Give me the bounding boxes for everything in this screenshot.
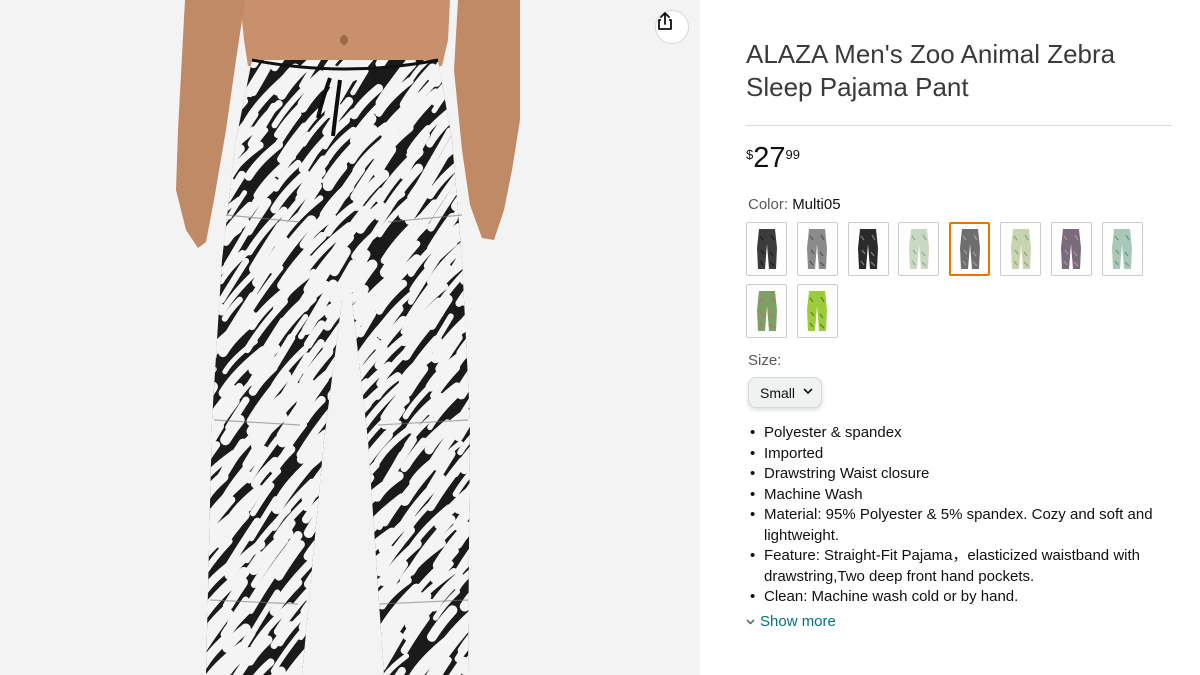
list-item: Clean: Machine wash cold or by hand. [750, 587, 1170, 608]
product-image-panel[interactable] [0, 0, 700, 675]
list-item: Drawstring Waist closure [750, 464, 1170, 485]
feature-bullets: Polyester & spandex Imported Drawstring … [750, 423, 1170, 608]
price-symbol: $ [746, 147, 754, 162]
swatch-thumbnail [807, 291, 828, 331]
swatch-thumbnail [1112, 229, 1133, 269]
swatch-thumbnail [858, 229, 879, 269]
list-item: Imported [750, 444, 1170, 465]
price-whole: 27 [753, 142, 786, 174]
chevron-down-icon [803, 387, 813, 398]
color-swatch[interactable] [796, 284, 838, 338]
size-dropdown[interactable]: Small [748, 377, 822, 408]
product-image [176, 0, 520, 675]
size-label: Size: [748, 352, 782, 369]
size-selected-value: Small [760, 384, 796, 401]
list-item: Material: 95% Polyester & 5% spandex. Co… [750, 505, 1170, 546]
color-swatch[interactable] [796, 222, 838, 276]
color-swatch[interactable] [1101, 222, 1143, 276]
color-swatch[interactable] [898, 222, 940, 276]
color-selected-value: Multi05 [792, 196, 841, 213]
swatch-thumbnail [908, 229, 929, 269]
show-more-label: Show more [760, 613, 836, 630]
color-swatch[interactable] [847, 222, 889, 276]
price-fraction: 99 [785, 147, 800, 162]
color-label-row: Color: Multi05 [748, 196, 841, 213]
divider [746, 125, 1172, 126]
show-more-link[interactable]: Show more [746, 613, 836, 630]
swatch-thumbnail [959, 229, 980, 269]
list-item: Machine Wash [750, 485, 1170, 506]
list-item: Feature: Straight-Fit Pajama，elasticized… [750, 546, 1170, 587]
product-title: ALAZA Men's Zoo Animal Zebra Sleep Pajam… [746, 39, 1116, 102]
color-swatch[interactable] [1050, 222, 1092, 276]
product-details: ALAZA Men's Zoo Animal Zebra Sleep Pajam… [746, 0, 1176, 675]
color-swatch[interactable] [949, 222, 991, 276]
color-swatch[interactable] [746, 284, 787, 338]
swatch-thumbnail [756, 291, 777, 331]
swatch-thumbnail [756, 229, 777, 269]
color-label: Color: [748, 196, 789, 213]
list-item: Polyester & spandex [750, 423, 1170, 444]
swatch-thumbnail [1061, 229, 1082, 269]
swatch-thumbnail [1010, 229, 1031, 269]
price: $ 27 99 [746, 142, 800, 174]
color-swatch[interactable] [1000, 222, 1041, 276]
share-button[interactable] [655, 10, 689, 44]
color-swatch[interactable] [746, 222, 787, 276]
swatch-thumbnail [807, 229, 828, 269]
chevron-down-icon [746, 617, 755, 627]
share-icon [658, 12, 672, 30]
